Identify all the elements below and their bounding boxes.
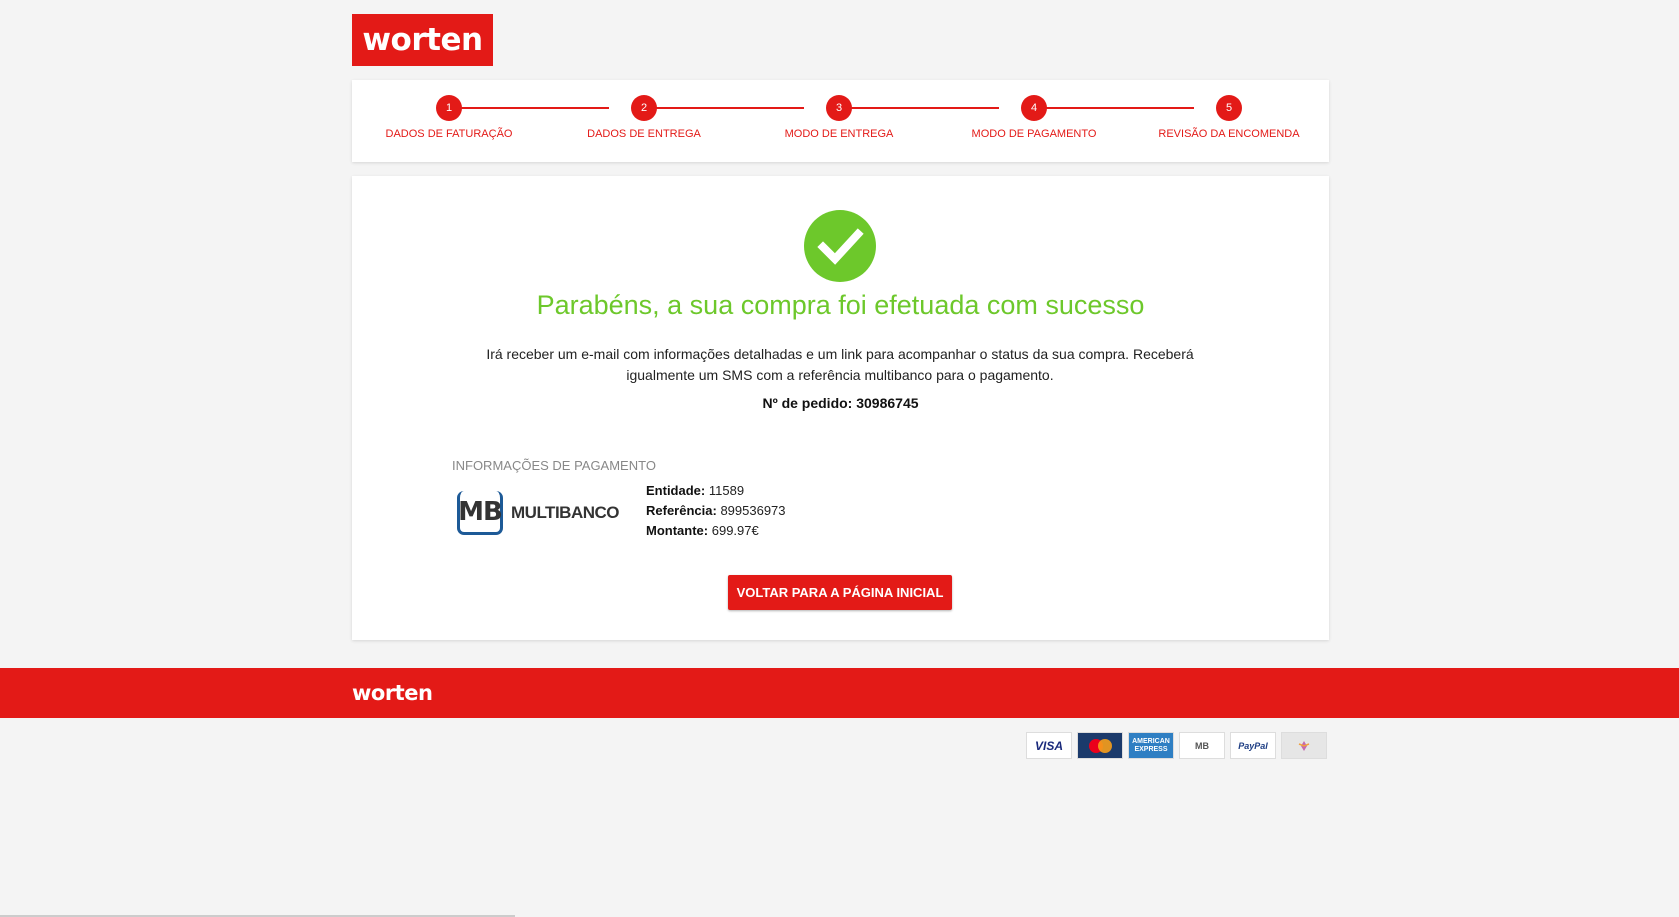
visa-card-icon: VISA [1026, 732, 1072, 759]
confirmation-message: Irá receber um e-mail com informações de… [486, 346, 1194, 383]
checkout-steps: 1 DADOS DE FATURAÇÃO 2 DADOS DE ENTREGA … [352, 80, 1329, 162]
step-number: 5 [1216, 95, 1242, 121]
step-delivery-mode: 3 MODO DE ENTREGA [749, 95, 929, 140]
reference-row: Referência: 899536973 [646, 501, 786, 521]
payment-details: Entidade: 11589 Referência: 899536973 Mo… [646, 481, 786, 541]
step-label: DADOS DE FATURAÇÃO [385, 128, 513, 140]
step-number: 1 [436, 95, 462, 121]
payment-info-heading: INFORMAÇÕES DE PAGAMENTO [452, 458, 656, 473]
footer-worten-logo[interactable]: worten [352, 681, 433, 705]
worten-logo-text: worten [362, 22, 483, 58]
order-number: Nº de pedido: 30986745 [352, 395, 1329, 411]
amount-label: Montante: [646, 523, 709, 538]
amex-card-icon: AMERICAN EXPRESS [1128, 732, 1174, 759]
entity-value: 11589 [708, 483, 745, 498]
footer: worten [0, 668, 1679, 718]
checkmark-icon [804, 210, 876, 282]
step-number: 2 [631, 95, 657, 121]
reference-value: 899536973 [720, 503, 786, 518]
back-to-home-button[interactable]: VOLTAR PARA A PÁGINA INICIAL [728, 575, 952, 610]
paypal-card-icon: PayPal [1230, 732, 1276, 759]
step-number: 4 [1021, 95, 1047, 121]
mastercard-card-icon [1077, 732, 1123, 759]
step-payment-mode: 4 MODO DE PAGAMENTO [944, 95, 1124, 140]
multibanco-mark-text: MB [458, 496, 503, 527]
confirmation-card: Parabéns, a sua compra foi efetuada com … [352, 176, 1329, 640]
reference-label: Referência: [646, 503, 717, 518]
step-label: MODO DE PAGAMENTO [971, 128, 1097, 140]
entity-label: Entidade: [646, 483, 706, 498]
step-order-review: 5 REVISÃO DA ENCOMENDA [1139, 95, 1319, 140]
amount-value: 699.97€ [711, 523, 759, 538]
step-delivery-data: 2 DADOS DE ENTREGA [554, 95, 734, 140]
multibanco-logo: MB MULTIBANCO [457, 489, 620, 537]
payment-methods: VISA AMERICAN EXPRESS MB PayPal [1026, 732, 1327, 759]
universo-card-icon [1281, 732, 1327, 759]
step-label: REVISÃO DA ENCOMENDA [1158, 128, 1300, 140]
worten-logo[interactable]: worten [352, 14, 493, 66]
order-number-label: Nº de pedido: [762, 395, 853, 411]
amount-row: Montante: 699.97€ [646, 521, 786, 541]
multibanco-name: MULTIBANCO [511, 503, 620, 522]
step-label: MODO DE ENTREGA [784, 128, 894, 140]
order-number-value: 30986745 [856, 395, 919, 411]
success-title: Parabéns, a sua compra foi efetuada com … [536, 290, 1145, 320]
step-billing: 1 DADOS DE FATURAÇÃO [359, 95, 539, 140]
step-number: 3 [826, 95, 852, 121]
multibanco-card-icon: MB [1179, 732, 1225, 759]
multibanco-mark-icon: MB [457, 491, 503, 535]
step-label: DADOS DE ENTREGA [587, 128, 701, 140]
entity-row: Entidade: 11589 [646, 481, 786, 501]
